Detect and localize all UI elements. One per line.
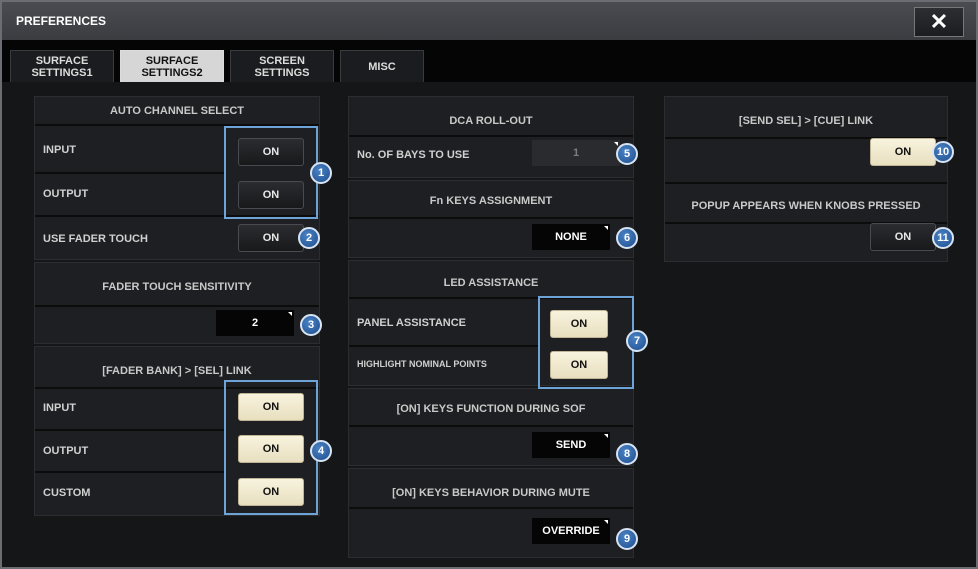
divider (35, 429, 225, 431)
callout-badge-7: 7 (626, 330, 648, 352)
auto-channel-select-header: AUTO CHANNEL SELECT (109, 105, 245, 117)
tab-surface-settings2[interactable]: SURFACE SETTINGS2 (120, 50, 224, 82)
use-fader-touch-on-button[interactable]: ON (238, 224, 304, 252)
dropdown-arrow-icon (604, 434, 608, 438)
fbsl-input-label: INPUT (43, 402, 76, 414)
highlight-box (224, 126, 318, 219)
panel-assistance-label: PANEL ASSISTANCE (357, 317, 466, 329)
divider (349, 345, 539, 347)
highlight-box (224, 380, 318, 515)
callout-badge-6: 6 (616, 227, 638, 249)
fn-keys-assignment-header: Fn KEYS ASSIGNMENT (429, 195, 553, 207)
tab-label: MISC (368, 60, 396, 73)
dropdown-value: OVERRIDE (542, 525, 600, 537)
tab-surface-settings1[interactable]: SURFACE SETTINGS1 (10, 50, 114, 82)
led-assistance-header: LED ASSISTANCE (443, 277, 539, 289)
callout-badge-4: 4 (310, 440, 332, 462)
dropdown-arrow-icon (614, 142, 618, 146)
dropdown-arrow-icon (604, 226, 608, 230)
callout-badge-5: 5 (616, 143, 638, 165)
on-keys-behavior-mute-dropdown[interactable]: OVERRIDE (532, 518, 610, 544)
preferences-window: PREFERENCES ✕ SURFACE SETTINGS1 SURFACE … (0, 0, 978, 569)
dropdown-value: SEND (555, 439, 587, 451)
divider (349, 217, 633, 219)
highlight-nominal-points-label: HIGHLIGHT NOMINAL POINTS (357, 359, 487, 369)
dropdown-value: 2 (251, 317, 259, 329)
tab-label: SURFACE SETTINGS2 (141, 54, 203, 79)
title-bar: PREFERENCES ✕ (2, 2, 976, 40)
on-keys-function-sof-header: [ON] KEYS FUNCTION DURING SOF (396, 403, 586, 415)
window-title: PREFERENCES (16, 14, 107, 28)
fader-bank-sel-link-header: [FADER BANK] > [SEL] LINK (102, 365, 252, 377)
popup-knobs-header: POPUP APPEARS WHEN KNOBS PRESSED (691, 200, 921, 212)
bays-to-use-label: No. OF BAYS TO USE (357, 149, 470, 161)
divider (349, 135, 633, 137)
on-keys-behavior-mute-panel: [ON] KEYS BEHAVIOR DURING MUTE (348, 468, 634, 558)
dropdown-arrow-icon (288, 312, 292, 316)
on-keys-function-sof-dropdown[interactable]: SEND (532, 432, 610, 458)
fader-touch-sensitivity-header: FADER TOUCH SENSITIVITY (102, 281, 252, 293)
callout-badge-10: 10 (932, 141, 954, 163)
acs-output-label: OUTPUT (43, 188, 89, 200)
send-sel-cue-link-header: [SEND SEL] > [CUE] LINK (738, 115, 874, 127)
divider (349, 425, 633, 427)
highlight-box (538, 296, 634, 389)
fader-touch-sensitivity-dropdown[interactable]: 2 (216, 310, 294, 336)
callout-badge-9: 9 (616, 528, 638, 550)
tab-bar: SURFACE SETTINGS1 SURFACE SETTINGS2 SCRE… (2, 40, 976, 82)
bays-to-use-dropdown[interactable]: 1 (532, 140, 620, 166)
divider (665, 182, 947, 184)
dropdown-value: NONE (555, 231, 587, 243)
fbsl-custom-label: CUSTOM (43, 487, 91, 499)
dropdown-value: 1 (572, 147, 580, 159)
tab-screen-settings[interactable]: SCREEN SETTINGS (230, 50, 334, 82)
dca-roll-out-header: DCA ROLL-OUT (449, 115, 533, 127)
callout-badge-11: 11 (932, 227, 954, 249)
divider (35, 172, 225, 174)
send-sel-cue-link-on-button[interactable]: ON (870, 138, 936, 166)
acs-input-label: INPUT (43, 144, 76, 156)
settings-content: AUTO CHANNEL SELECT INPUT OUTPUT USE FAD… (2, 82, 976, 567)
tab-label: SURFACE SETTINGS1 (31, 54, 93, 79)
on-keys-behavior-mute-header: [ON] KEYS BEHAVIOR DURING MUTE (392, 487, 590, 499)
close-button[interactable]: ✕ (914, 7, 964, 37)
fbsl-output-label: OUTPUT (43, 445, 89, 457)
callout-badge-2: 2 (298, 227, 320, 249)
popup-knobs-on-button[interactable]: ON (870, 223, 936, 251)
fn-keys-assignment-dropdown[interactable]: NONE (532, 224, 610, 250)
tab-misc[interactable]: MISC (340, 50, 424, 82)
divider (35, 305, 319, 307)
divider (349, 507, 633, 509)
callout-badge-1: 1 (310, 162, 332, 184)
callout-badge-8: 8 (616, 443, 638, 465)
use-fader-touch-label: USE FADER TOUCH (43, 233, 148, 245)
dropdown-arrow-icon (604, 520, 608, 524)
callout-badge-3: 3 (300, 314, 322, 336)
tab-label: SCREEN SETTINGS (254, 54, 310, 79)
divider (35, 471, 225, 473)
